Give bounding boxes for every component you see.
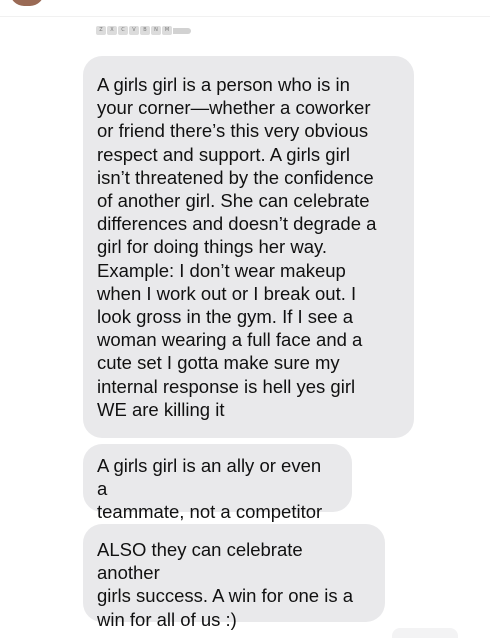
sticker-key: C	[118, 26, 128, 35]
sticker-key: B	[140, 26, 150, 35]
keyboard-sticker: Z X C V B N M	[96, 26, 191, 38]
incoming-message-bubble[interactable]: A girls girl is a person who is in your …	[83, 56, 414, 438]
sticker-key: M	[162, 26, 172, 35]
incoming-message-bubble[interactable]: ALSO they can celebrate another girls su…	[83, 524, 385, 630]
sticker-key: V	[129, 26, 139, 35]
incoming-message-bubble[interactable]: A girls girl is an ally or even a teamma…	[83, 444, 352, 522]
message-screenshot: Z X C V B N M A girls girl is a person w…	[0, 0, 490, 640]
sticker-key: X	[107, 26, 117, 35]
sticker-key: N	[151, 26, 161, 35]
message-thread[interactable]: Z X C V B N M A girls girl is a person w…	[0, 16, 490, 640]
incoming-message-bubble-partial	[392, 628, 458, 638]
contact-avatar[interactable]	[10, 0, 44, 6]
sticker-tail	[173, 28, 191, 34]
sticker-key: Z	[96, 26, 106, 35]
